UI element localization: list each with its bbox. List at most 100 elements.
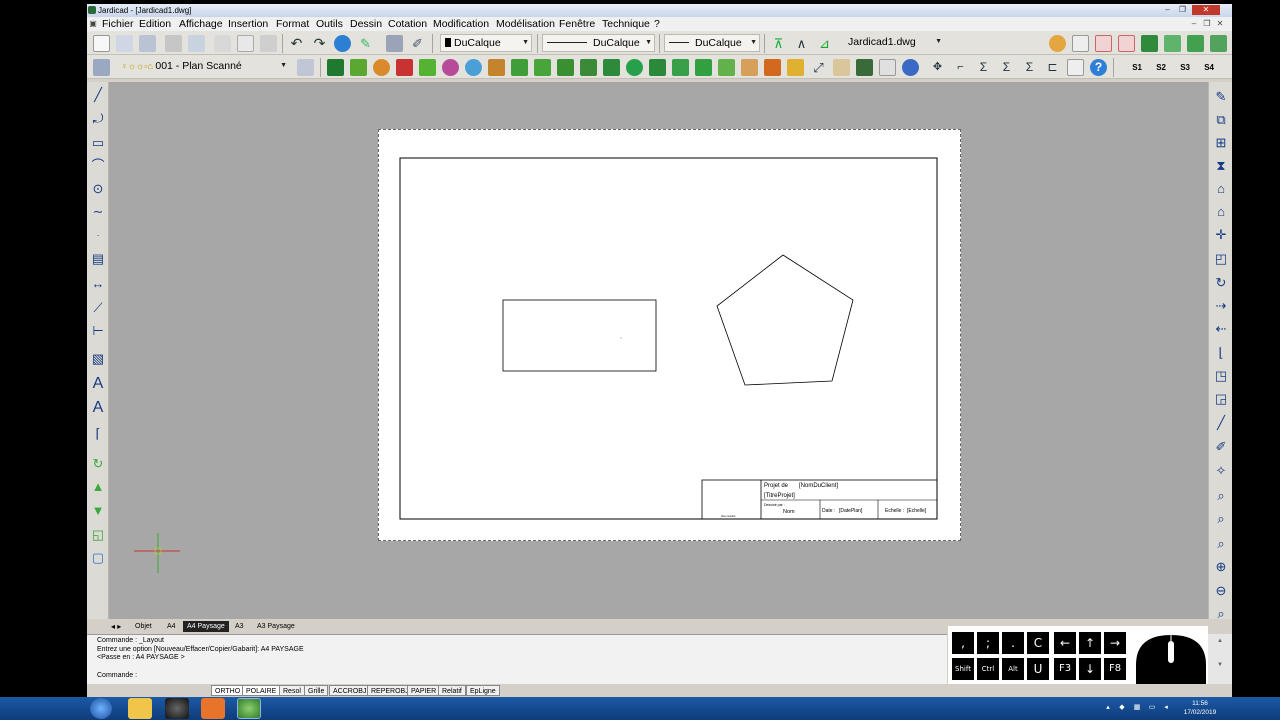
dimension-icon[interactable]: ⌐ <box>952 59 969 76</box>
palette-icon[interactable] <box>695 59 712 76</box>
grille-toggle[interactable]: Grille <box>304 685 329 696</box>
menu-edition[interactable]: Edition <box>139 17 171 31</box>
zoom-realtime-icon[interactable]: ⊕ <box>1212 558 1230 576</box>
measure-icon[interactable]: ⊼ <box>770 35 787 52</box>
layer-combo[interactable]: ♀☼☼▫⌂ 001 - Plan Scanné ▼ <box>117 58 289 76</box>
tray-network-icon[interactable]: ▦ <box>1133 703 1141 712</box>
brush-icon[interactable]: ✐ <box>409 35 426 52</box>
menu-cotation[interactable]: Cotation <box>388 17 427 31</box>
excel-icon[interactable] <box>649 59 666 76</box>
polaire-toggle[interactable]: POLAIRE <box>242 685 281 696</box>
key-c[interactable]: C <box>1027 632 1049 654</box>
fillet-icon[interactable]: ◲ <box>1212 390 1230 408</box>
key-f8[interactable]: F8 <box>1104 658 1126 680</box>
save-icon[interactable] <box>139 35 156 52</box>
sum-icon[interactable]: Σ <box>998 59 1015 76</box>
triangle-up-icon[interactable]: ▲ <box>89 478 107 496</box>
app-folder-icon[interactable] <box>201 698 225 719</box>
grid-icon[interactable] <box>386 35 403 52</box>
tree-icon[interactable] <box>350 59 367 76</box>
key-comma[interactable]: , <box>952 632 974 654</box>
shrub-icon[interactable] <box>419 59 436 76</box>
angle-icon[interactable]: ∧ <box>793 35 810 52</box>
plant-icon[interactable] <box>327 59 344 76</box>
help-icon[interactable]: ? <box>1090 59 1107 76</box>
cut-icon[interactable] <box>214 35 231 52</box>
move-icon[interactable]: ✥ <box>929 59 946 76</box>
tray-monitor-icon[interactable]: ▭ <box>1148 703 1156 712</box>
menu-fenetre[interactable]: Fenêtre <box>559 17 595 31</box>
tab-a3[interactable]: A3 <box>235 621 244 632</box>
corner-icon[interactable]: ◱ <box>89 526 107 544</box>
key-u[interactable]: U <box>1027 658 1049 680</box>
tab-objet[interactable]: Objet <box>135 621 152 632</box>
polyline-icon[interactable]: ⤾ <box>89 110 107 128</box>
tab2-icon[interactable] <box>879 59 896 76</box>
tab-scroll-left-icon[interactable]: ◂ ▸ <box>111 621 121 632</box>
line-icon[interactable]: ╱ <box>89 86 107 104</box>
relatif-toggle[interactable]: Relatif <box>438 685 466 696</box>
accrobj-toggle[interactable]: ACCROBJ <box>329 685 371 696</box>
stretch-icon[interactable]: ⇢ <box>1212 297 1230 315</box>
spline-icon[interactable]: ∼ <box>89 203 107 221</box>
mouse-icon[interactable] <box>1134 631 1208 685</box>
explorer-icon[interactable] <box>128 698 152 719</box>
export-icon[interactable] <box>1187 35 1204 52</box>
chamfer-icon[interactable]: ◳ <box>1212 367 1230 385</box>
close-button[interactable]: ✕ <box>1192 5 1220 15</box>
arc-icon[interactable]: ⌒ <box>89 157 107 175</box>
flower-icon[interactable] <box>396 59 413 76</box>
rotate-object-icon[interactable]: ↻ <box>1212 274 1230 292</box>
maximize-button[interactable]: ❐ <box>1177 5 1188 15</box>
region-icon[interactable]: ▧ <box>89 350 107 368</box>
baseline-dimension-icon[interactable]: ⊢ <box>89 322 107 340</box>
command-prompt[interactable]: Commande : <box>97 672 137 680</box>
tray-expand-icon[interactable]: ▴ <box>1104 703 1112 712</box>
tab-a4-paysage[interactable]: A4 Paysage <box>183 621 229 632</box>
trim-icon[interactable]: ⇠ <box>1212 320 1230 338</box>
perennial-icon[interactable] <box>442 59 459 76</box>
menu-outils[interactable]: Outils <box>316 17 343 31</box>
sigma-icon[interactable]: Σ <box>975 59 992 76</box>
s3-button[interactable]: S3 <box>1168 59 1190 76</box>
lawn-icon[interactable] <box>603 59 620 76</box>
explode-icon[interactable]: ╱ <box>1212 414 1230 432</box>
document-green-icon[interactable] <box>672 59 689 76</box>
stone-icon[interactable] <box>488 59 505 76</box>
move-object-icon[interactable]: ✛ <box>1212 226 1230 244</box>
open-icon[interactable] <box>116 35 133 52</box>
clock[interactable]: 11:56 17/02/2019 <box>1170 699 1230 717</box>
tray-app-icon[interactable]: ◆ <box>1118 703 1126 712</box>
command-scrollbar[interactable]: ▲ ▼ <box>1208 634 1232 684</box>
viewport-icon[interactable]: ▢ <box>89 549 107 567</box>
hedge-icon[interactable] <box>511 59 528 76</box>
offset2-icon[interactable]: ⌂ <box>1212 203 1230 221</box>
forest-icon[interactable] <box>557 59 574 76</box>
key-alt[interactable]: Alt <box>1002 658 1024 680</box>
settings-icon[interactable] <box>1210 35 1227 52</box>
lineweight-combo[interactable]: DuCalque ▼ <box>664 34 760 52</box>
menu-affichage[interactable]: Affichage <box>179 17 223 31</box>
image2-icon[interactable] <box>1164 35 1181 52</box>
papier-toggle[interactable]: PAPIER <box>407 685 441 696</box>
undo-icon[interactable]: ↶ <box>288 35 305 52</box>
resol-toggle[interactable]: Resol <box>279 685 305 696</box>
copy-icon[interactable] <box>237 35 254 52</box>
menu-modelisation[interactable]: Modélisation <box>496 17 555 31</box>
tab-icon[interactable] <box>856 59 873 76</box>
jardicad-taskbar-icon[interactable] <box>237 698 261 719</box>
zoom-extents-icon[interactable]: ⌕ <box>1212 605 1230 623</box>
preview-icon[interactable] <box>188 35 205 52</box>
edit-icon[interactable]: ✐ <box>1212 438 1230 456</box>
scroll-up-icon[interactable]: ▲ <box>1217 638 1223 644</box>
mirror-icon[interactable]: ⧗ <box>1212 157 1230 175</box>
properties-icon[interactable]: ✧ <box>1212 462 1230 480</box>
rotate-icon[interactable]: ↻ <box>89 455 107 473</box>
key-arrow-down[interactable]: ↓ <box>1079 658 1101 680</box>
layer-manager-icon[interactable] <box>297 59 314 76</box>
reperobj-toggle[interactable]: REPEROBJ <box>367 685 413 696</box>
water-icon[interactable] <box>465 59 482 76</box>
media-icon[interactable] <box>165 698 189 719</box>
bucket-icon[interactable] <box>787 59 804 76</box>
offset-icon[interactable]: ⌂ <box>1212 180 1230 198</box>
